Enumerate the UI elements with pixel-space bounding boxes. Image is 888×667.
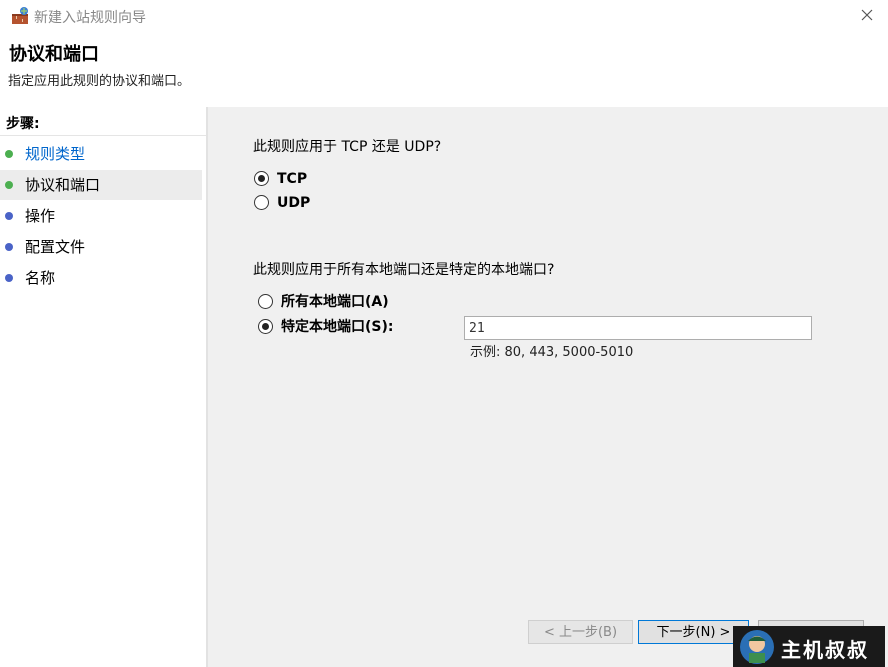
specific-ports-radio[interactable] <box>258 319 273 334</box>
step-dot-icon <box>5 274 13 282</box>
step-action: 操作 <box>0 201 202 231</box>
all-ports-label[interactable]: 所有本地端口(A) <box>281 292 389 312</box>
step-label: 协议和端口 <box>25 176 101 194</box>
step-label: 操作 <box>25 207 56 225</box>
tcp-radio[interactable] <box>254 171 269 186</box>
watermark-logo: 主机叔叔 <box>733 626 885 667</box>
step-label: 名称 <box>25 269 56 287</box>
protocol-question: 此规则应用于 TCP 还是 UDP? <box>253 139 442 155</box>
firewall-icon <box>12 7 28 24</box>
step-dot-icon <box>5 181 13 189</box>
step-protocol-ports[interactable]: 协议和端口 <box>0 170 202 200</box>
udp-radio[interactable] <box>254 195 269 210</box>
step-dot-icon <box>5 212 13 220</box>
page-title: 协议和端口 <box>9 44 99 65</box>
steps-divider <box>0 135 206 136</box>
step-label: 配置文件 <box>25 238 86 256</box>
step-dot-icon <box>5 150 13 158</box>
tcp-label[interactable]: TCP <box>277 169 307 189</box>
step-label: 规则类型 <box>25 145 86 163</box>
back-button[interactable]: < 上一步(B) <box>528 620 633 644</box>
steps-label: 步骤: <box>6 116 40 132</box>
close-icon[interactable] <box>858 6 876 24</box>
wizard-header: 协议和端口 指定应用此规则的协议和端口。 <box>0 32 888 105</box>
udp-label[interactable]: UDP <box>277 193 310 213</box>
all-ports-radio[interactable] <box>258 294 273 309</box>
mascot-icon <box>740 630 774 664</box>
page-subtitle: 指定应用此规则的协议和端口。 <box>8 74 191 89</box>
step-rule-type[interactable]: 规则类型 <box>0 139 202 169</box>
steps-sidebar: 步骤: 规则类型 协议和端口 操作 配置文件 名称 <box>0 107 206 667</box>
ports-example: 示例: 80, 443, 5000-5010 <box>470 345 634 360</box>
specific-ports-label[interactable]: 特定本地端口(S): <box>281 317 393 337</box>
step-dot-icon <box>5 243 13 251</box>
ports-question: 此规则应用于所有本地端口还是特定的本地端口? <box>253 262 555 278</box>
title-bar: 新建入站规则向导 <box>0 0 888 32</box>
window-title: 新建入站规则向导 <box>34 10 146 26</box>
step-profile: 配置文件 <box>0 232 202 262</box>
step-name: 名称 <box>0 263 202 293</box>
ports-input[interactable] <box>464 316 812 340</box>
watermark-text: 主机叔叔 <box>781 638 869 662</box>
main-content: 此规则应用于 TCP 还是 UDP? TCP UDP 此规则应用于所有本地端口还… <box>208 107 888 667</box>
